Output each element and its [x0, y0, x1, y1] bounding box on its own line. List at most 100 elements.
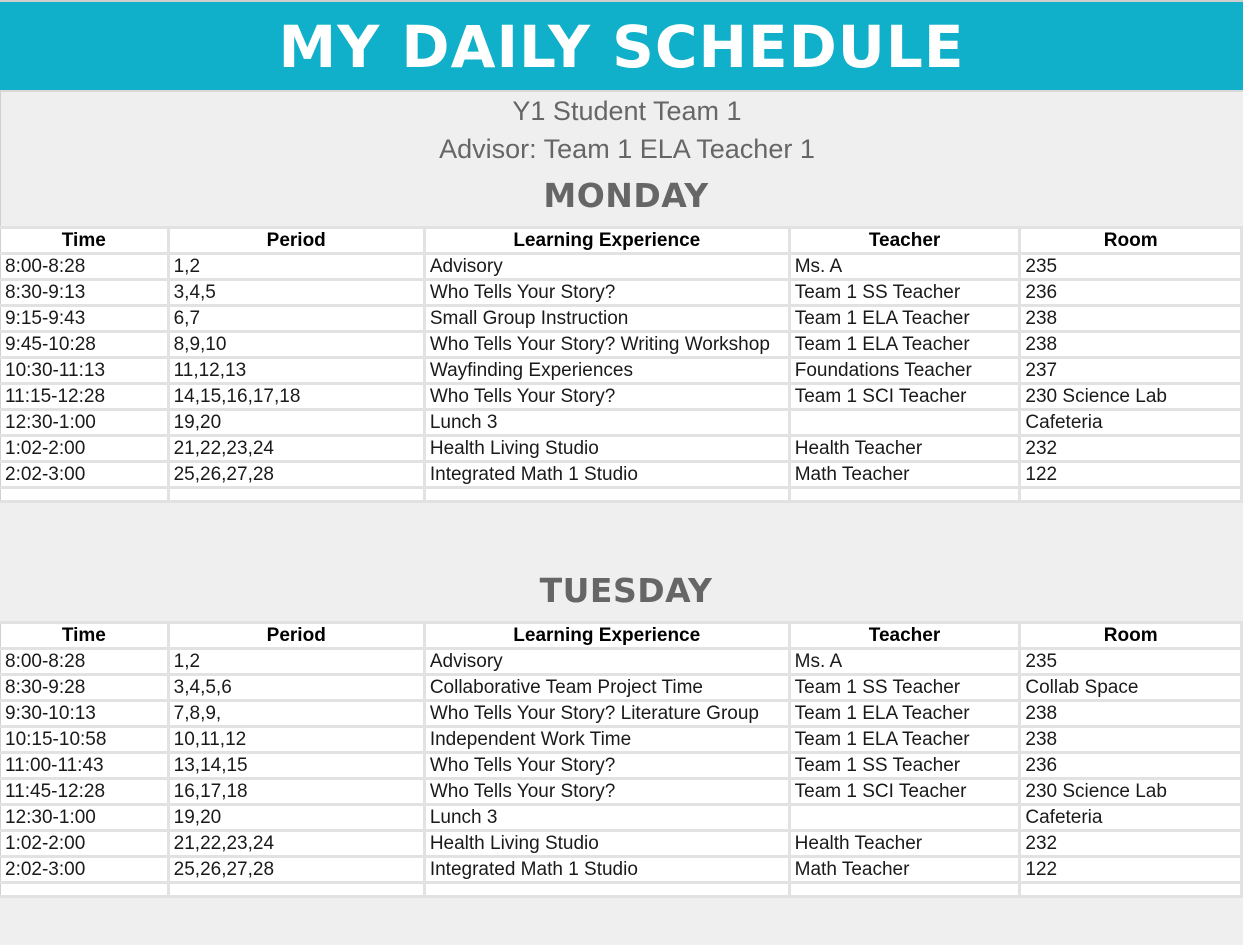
cell-period	[166, 881, 426, 898]
cell-period: 10,11,12	[166, 725, 426, 754]
cell-room: 236	[1018, 278, 1243, 307]
cell-learning-experience: Independent Work Time	[422, 725, 791, 754]
cell-learning-experience	[422, 881, 791, 898]
cell-room: 238	[1018, 725, 1243, 754]
table-header-row: Time Period Learning Experience Teacher …	[0, 621, 1243, 650]
cell-room: 122	[1018, 460, 1243, 489]
cell-room: 236	[1018, 751, 1243, 780]
cell-room	[1018, 881, 1243, 898]
page-title: MY DAILY SCHEDULE	[278, 13, 965, 81]
cell-room: 230 Science Lab	[1018, 382, 1243, 411]
cell-room: 237	[1018, 356, 1243, 385]
cell-learning-experience: Health Living Studio	[422, 829, 791, 858]
table-row: 2:02-3:00 25,26,27,28 Integrated Math 1 St…	[0, 855, 1243, 884]
cell-period: 1,2	[166, 252, 426, 281]
cell-time: 9:45-10:28	[0, 330, 170, 359]
column-header-teacher: Teacher	[787, 621, 1022, 650]
cell-learning-experience: Lunch 3	[422, 803, 791, 832]
cell-room: 238	[1018, 304, 1243, 333]
table-header-row: Time Period Learning Experience Teacher …	[0, 226, 1243, 255]
cell-time: 2:02-3:00	[0, 855, 170, 884]
cell-learning-experience: Integrated Math 1 Studio	[422, 460, 791, 489]
cell-period: 21,22,23,24	[166, 434, 426, 463]
cell-teacher: Health Teacher	[787, 434, 1022, 463]
cell-time: 1:02-2:00	[0, 829, 170, 858]
cell-learning-experience: Who Tells Your Story? Literature Group	[422, 699, 791, 728]
cell-room	[1018, 486, 1243, 503]
day-title-monday: MONDAY	[543, 176, 709, 215]
cell-period: 6,7	[166, 304, 426, 333]
column-header-learning-experience: Learning Experience	[422, 621, 791, 650]
cell-time: 11:00-11:43	[0, 751, 170, 780]
cell-period: 1,2	[166, 647, 426, 676]
cell-learning-experience: Advisory	[422, 252, 791, 281]
advisor: Advisor: Team 1 ELA Teacher 1	[439, 134, 815, 164]
table-row: 12:30-1:00 19,20 Lunch 3 Cafeteria	[0, 803, 1243, 832]
cell-teacher	[787, 486, 1022, 503]
table-row: 10:30-11:13 11,12,13 Wayfinding Experience…	[0, 356, 1243, 385]
cell-room: 235	[1018, 252, 1243, 281]
table-row: 11:45-12:28 16,17,18 Who Tells Your Story?…	[0, 777, 1243, 806]
table-row: 12:30-1:00 19,20 Lunch 3 Cafeteria	[0, 408, 1243, 437]
cell-teacher: Team 1 SCI Teacher	[787, 777, 1022, 806]
column-header-room: Room	[1018, 226, 1243, 255]
table-row: 8:30-9:28 3,4,5,6 Collaborative Team Proje…	[0, 673, 1243, 702]
cell-time: 1:02-2:00	[0, 434, 170, 463]
cell-learning-experience: Integrated Math 1 Studio	[422, 855, 791, 884]
cell-teacher: Team 1 SS Teacher	[787, 751, 1022, 780]
cell-learning-experience: Who Tells Your Story?	[422, 382, 791, 411]
cell-period: 25,26,27,28	[166, 855, 426, 884]
cell-teacher: Team 1 ELA Teacher	[787, 304, 1022, 333]
cell-learning-experience: Health Living Studio	[422, 434, 791, 463]
cell-learning-experience: Advisory	[422, 647, 791, 676]
table-row: 10:15-10:58 10,11,12 Independent Work Time…	[0, 725, 1243, 754]
cell-time: 11:45-12:28	[0, 777, 170, 806]
cell-learning-experience: Who Tells Your Story? Writing Workshop	[422, 330, 791, 359]
cell-teacher: Team 1 ELA Teacher	[787, 699, 1022, 728]
table-row: 11:15-12:28 14,15,16,17,18 Who Tells Your …	[0, 382, 1243, 411]
table-row: 8:00-8:28 1,2 Advisory Ms. A 235	[0, 647, 1243, 676]
cell-learning-experience: Collaborative Team Project Time	[422, 673, 791, 702]
cell-period: 14,15,16,17,18	[166, 382, 426, 411]
cell-learning-experience: Small Group Instruction	[422, 304, 791, 333]
cell-learning-experience: Lunch 3	[422, 408, 791, 437]
cell-period: 11,12,13	[166, 356, 426, 385]
cell-room: 238	[1018, 330, 1243, 359]
cell-time: 11:15-12:28	[0, 382, 170, 411]
column-header-learning-experience: Learning Experience	[422, 226, 791, 255]
table-row: 8:00-8:28 1,2 Advisory Ms. A 235	[0, 252, 1243, 281]
cell-time: 9:15-9:43	[0, 304, 170, 333]
column-header-period: Period	[166, 621, 426, 650]
cell-teacher: Team 1 SCI Teacher	[787, 382, 1022, 411]
cell-room: 122	[1018, 855, 1243, 884]
table-row: 11:00-11:43 13,14,15 Who Tells Your Story?…	[0, 751, 1243, 780]
cell-period: 8,9,10	[166, 330, 426, 359]
cell-learning-experience: Wayfinding Experiences	[422, 356, 791, 385]
cell-room: Collab Space	[1018, 673, 1243, 702]
cell-teacher: Math Teacher	[787, 460, 1022, 489]
cell-teacher: Team 1 ELA Teacher	[787, 330, 1022, 359]
title-banner: MY DAILY SCHEDULE	[0, 0, 1243, 90]
table-row	[0, 486, 1243, 503]
cell-time: 2:02-3:00	[0, 460, 170, 489]
cell-teacher: Health Teacher	[787, 829, 1022, 858]
cell-time	[0, 881, 170, 898]
cell-period: 21,22,23,24	[166, 829, 426, 858]
cell-time	[0, 486, 170, 503]
cell-teacher: Math Teacher	[787, 855, 1022, 884]
cell-time: 9:30-10:13	[0, 699, 170, 728]
table-row: 1:02-2:00 21,22,23,24 Health Living Studio…	[0, 829, 1243, 858]
cell-period: 3,4,5,6	[166, 673, 426, 702]
cell-time: 8:30-9:28	[0, 673, 170, 702]
table-row: 8:30-9:13 3,4,5 Who Tells Your Story? Team …	[0, 278, 1243, 307]
column-header-teacher: Teacher	[787, 226, 1022, 255]
cell-period: 16,17,18	[166, 777, 426, 806]
tuesday-schedule-table: Time Period Learning Experience Teacher …	[0, 621, 1243, 898]
table-row: 9:15-9:43 6,7 Small Group Instruction Team …	[0, 304, 1243, 333]
cell-room: 232	[1018, 434, 1243, 463]
cell-time: 8:00-8:28	[0, 647, 170, 676]
table-row: 9:45-10:28 8,9,10 Who Tells Your Story? Wr…	[0, 330, 1243, 359]
cell-time: 8:00-8:28	[0, 252, 170, 281]
cell-learning-experience: Who Tells Your Story?	[422, 751, 791, 780]
cell-teacher: Team 1 SS Teacher	[787, 673, 1022, 702]
